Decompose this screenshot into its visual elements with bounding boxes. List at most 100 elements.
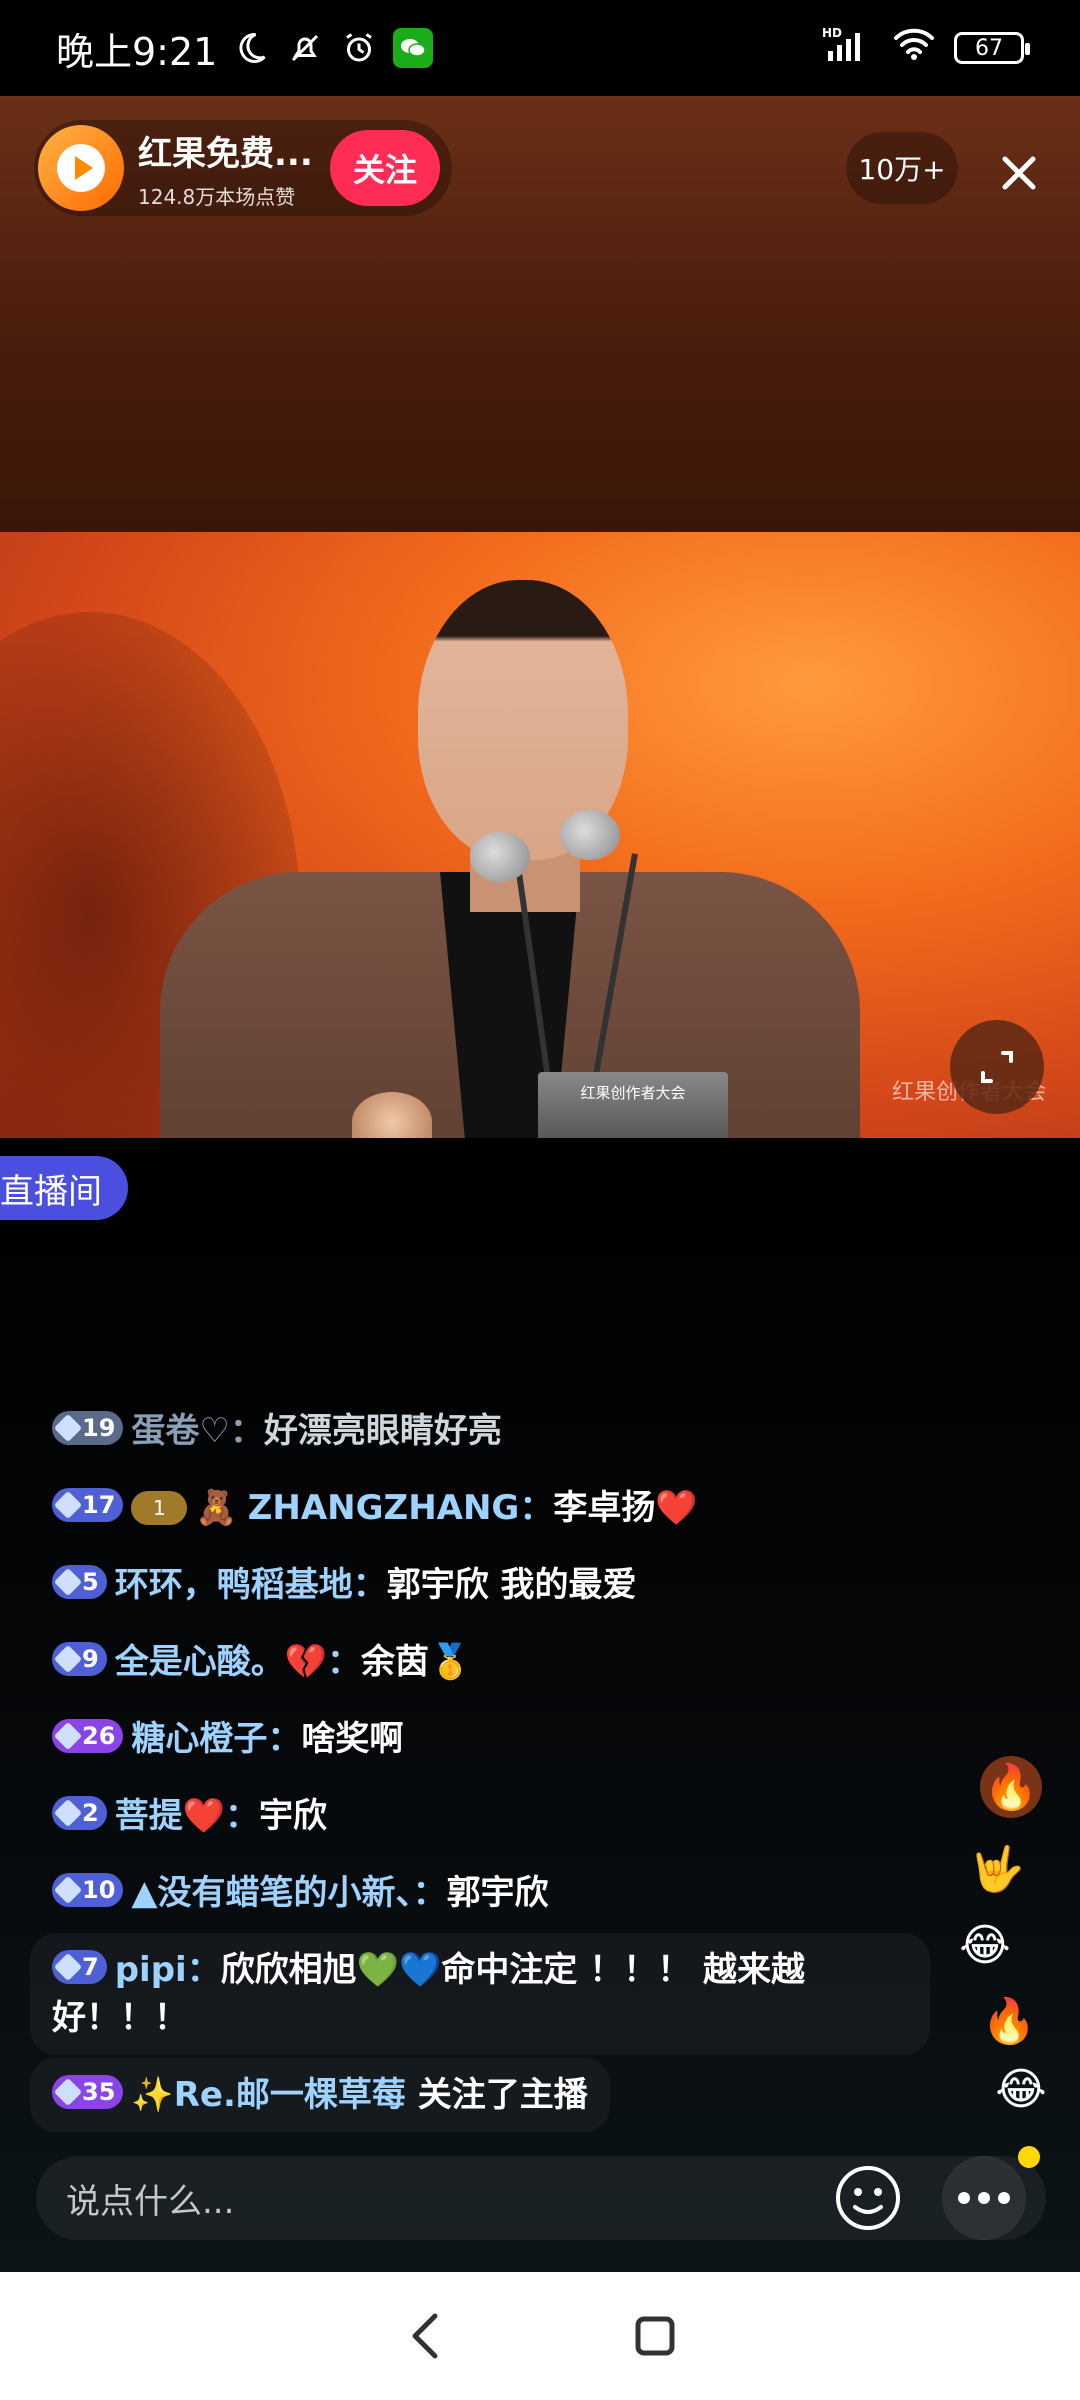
chat-username[interactable]: pipi: [115, 1950, 187, 1990]
chat-message[interactable]: 17 1 🧸 ZHANGZHANG：李卓扬❤️: [30, 1471, 720, 1545]
fan-club-badge: 1: [131, 1491, 188, 1525]
level-number: 26: [82, 1722, 116, 1750]
level-badge: 9: [52, 1642, 107, 1676]
chat-username[interactable]: ✨Re.邮一棵草莓: [131, 2075, 406, 2115]
host-card[interactable]: 红果免费... 124.8万本场点赞 关注: [34, 120, 452, 216]
chat-message[interactable]: 5 环环，鸭稻基地：郭宇欣 我的最爱: [30, 1548, 659, 1622]
host-likes: 124.8万本场点赞: [138, 185, 296, 209]
level-number: 19: [82, 1414, 116, 1442]
chat-username[interactable]: 全是心酸。💔: [115, 1642, 327, 1682]
host-name: 红果免费...: [138, 134, 313, 174]
chat-message[interactable]: 26 糖心橙子：啥奖啊: [30, 1702, 425, 1776]
diamond-icon: [53, 2077, 83, 2107]
level-badge: 5: [52, 1565, 107, 1599]
live-video[interactable]: 红果创作者大会 红果创作者大会: [0, 532, 1080, 1138]
chat-separator: ：: [412, 1873, 447, 1913]
chat-message[interactable]: 35 ✨Re.邮一棵草莓 关注了主播: [30, 2058, 610, 2132]
diamond-icon: [53, 1721, 83, 1751]
live-header: 红果免费... 124.8万本场点赞 关注 10万+: [0, 96, 1080, 532]
diamond-icon: [53, 1952, 83, 1982]
chat-text: 余茵🥇: [361, 1642, 472, 1682]
chat-separator: ：: [519, 1488, 554, 1528]
back-icon[interactable]: [385, 2296, 465, 2376]
fire-reaction-icon: 🔥: [981, 1996, 1037, 2047]
chat-list: 19 蛋卷♡：好漂亮眼睛好亮 17 1 🧸 ZHANGZHANG：李卓扬❤️ 5 环环，鸭稻基…: [30, 1394, 930, 2135]
wifi-icon: [892, 26, 936, 71]
diamond-icon: [53, 1490, 83, 1520]
diamond-icon: [53, 1875, 83, 1905]
chat-username[interactable]: 蛋卷♡: [131, 1411, 229, 1451]
chat-username[interactable]: ZHANGZHANG: [248, 1488, 520, 1528]
signal-icon: HD: [822, 25, 874, 72]
chat-message[interactable]: 2 菩提❤️：宇欣: [30, 1779, 349, 1853]
level-number: 10: [82, 1876, 116, 1904]
microphone-right: [560, 810, 620, 860]
play-logo-icon[interactable]: [38, 125, 124, 211]
smiley-icon[interactable]: [826, 2156, 910, 2240]
chat-separator: ：: [267, 1719, 302, 1759]
more-icon[interactable]: [942, 2156, 1026, 2240]
level-badge: 2: [52, 1796, 107, 1830]
chat-separator: ：: [327, 1642, 362, 1682]
chat-text: 宇欣: [259, 1796, 328, 1836]
level-number: 7: [82, 1953, 99, 1981]
status-bar: 晚上9:21 HD 67: [0, 0, 1080, 96]
level-badge: 26: [52, 1719, 124, 1753]
comment-bar: 说点什么...: [36, 2156, 1046, 2240]
svg-text:HD: HD: [822, 26, 842, 40]
close-icon[interactable]: [980, 134, 1058, 212]
system-nav-bar: [0, 2272, 1080, 2400]
wechat-icon: [393, 28, 434, 68]
home-icon[interactable]: [615, 2296, 695, 2376]
status-time: 晚上9:21: [56, 29, 218, 74]
level-badge: 7: [52, 1950, 107, 1984]
chat-username[interactable]: 菩提❤️: [115, 1796, 225, 1836]
chat-separator: ：: [352, 1565, 387, 1605]
level-number: 5: [82, 1568, 99, 1596]
user-decoration: 🧸: [195, 1488, 238, 1528]
room-tag[interactable]: 直播间: [0, 1156, 128, 1220]
level-number: 17: [82, 1491, 116, 1519]
diamond-icon: [53, 1644, 83, 1674]
level-number: 2: [82, 1799, 99, 1827]
chat-separator: ：: [186, 1950, 221, 1990]
notification-dot: [1018, 2146, 1040, 2168]
chat-message[interactable]: 9 全是心酸。💔：余茵🥇: [30, 1625, 493, 1699]
mute-bell-icon: [285, 28, 325, 68]
chat-separator: ：: [229, 1411, 264, 1451]
chat-text: 关注了主播: [417, 2075, 588, 2115]
podium-sign: 红果创作者大会: [538, 1072, 728, 1138]
microphone-left: [470, 832, 530, 882]
moon-icon: [231, 28, 271, 68]
chat-text: 好漂亮眼睛好亮: [263, 1411, 502, 1451]
alarm-icon: [339, 28, 379, 68]
chat-username[interactable]: 环环，鸭稻基地: [115, 1565, 353, 1605]
chat-message[interactable]: 10 ▲没有蜡笔的小新、：郭宇欣: [30, 1856, 571, 1930]
follow-button[interactable]: 关注: [330, 130, 440, 206]
level-number: 35: [82, 2078, 116, 2106]
chat-text: 李卓扬❤️: [553, 1488, 698, 1528]
diamond-icon: [53, 1798, 83, 1828]
chat-username[interactable]: 糖心橙子: [131, 1719, 267, 1759]
rock-hand-reaction-icon: 🤟: [969, 1844, 1025, 1895]
chat-separator: ：: [225, 1796, 260, 1836]
fire-reaction-icon: 🔥: [980, 1756, 1042, 1818]
chat-message[interactable]: 7 pipi：欣欣相旭💚💙命中注定 ！！！ 越来越好！！！: [30, 1933, 930, 2055]
level-badge: 17: [52, 1488, 124, 1522]
laugh-reaction-icon: 😂: [995, 2063, 1047, 2115]
chat-text: 啥奖啊: [301, 1719, 404, 1759]
chat-username[interactable]: ▲没有蜡笔的小新、: [131, 1873, 412, 1913]
battery-indicator: 67: [954, 32, 1030, 64]
fullscreen-icon[interactable]: [950, 1020, 1044, 1114]
level-badge: 35: [52, 2075, 124, 2109]
level-badge: 10: [52, 1873, 124, 1907]
diamond-icon: [53, 1413, 83, 1443]
level-number: 9: [82, 1645, 99, 1673]
laugh-reaction-icon: 😂: [959, 1919, 1011, 1971]
chat-message[interactable]: 19 蛋卷♡：好漂亮眼睛好亮: [30, 1394, 524, 1468]
chat-text: 郭宇欣 我的最爱: [386, 1565, 637, 1605]
chat-text: 郭宇欣: [446, 1873, 549, 1913]
chat-separator: [406, 2075, 418, 2115]
chat-area: 直播间 19 蛋卷♡：好漂亮眼睛好亮 17 1 🧸 ZHANGZHANG：李卓扬❤️ 5 环环…: [0, 1138, 1080, 2272]
viewer-count[interactable]: 10万+: [846, 132, 958, 204]
